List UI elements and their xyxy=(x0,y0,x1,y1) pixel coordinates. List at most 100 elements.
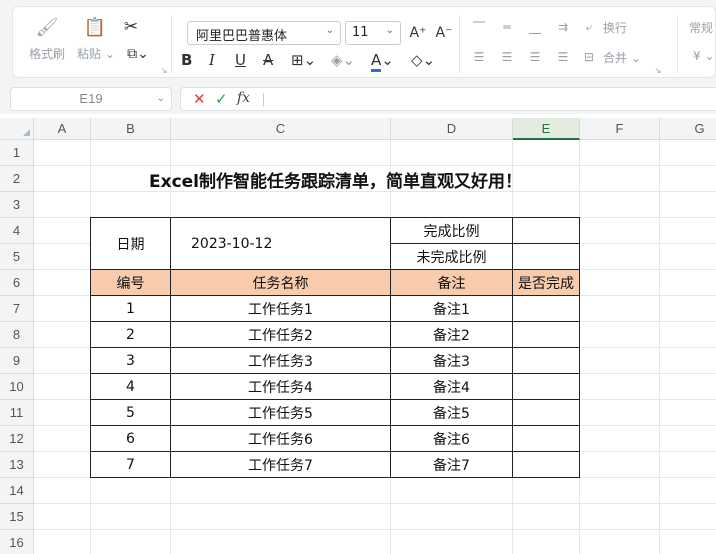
row-header-15[interactable]: 15 xyxy=(0,504,34,530)
text-direction-icon[interactable]: ⇉ xyxy=(553,17,573,37)
task-number-cell[interactable]: 7 xyxy=(90,451,171,478)
task-name-cell[interactable]: 工作任务5 xyxy=(170,399,391,426)
task-note-cell[interactable]: 备注4 xyxy=(390,373,513,400)
date-value-cell[interactable]: 2023-10-12 xyxy=(170,217,391,270)
align-middle-icon[interactable]: ═ xyxy=(497,17,517,37)
row-header-6[interactable]: 6 xyxy=(0,270,34,296)
task-note-cell[interactable]: 备注7 xyxy=(390,451,513,478)
number-format-select[interactable]: 常规 xyxy=(689,19,713,36)
column-header-f[interactable]: F xyxy=(580,118,660,140)
column-header-e[interactable]: E xyxy=(513,118,580,140)
clear-format-icon[interactable]: ◇⌄ xyxy=(411,51,435,69)
incomplete-ratio-value-cell[interactable] xyxy=(512,243,580,270)
row-header-7[interactable]: 7 xyxy=(0,296,34,322)
task-name-cell[interactable]: 工作任务7 xyxy=(170,451,391,478)
task-done-cell[interactable] xyxy=(512,425,580,452)
task-name-cell[interactable]: 工作任务2 xyxy=(170,321,391,348)
wrap-text-icon[interactable]: ⤶ xyxy=(579,17,599,37)
row-header-10[interactable]: 10 xyxy=(0,374,34,400)
task-done-cell[interactable] xyxy=(512,373,580,400)
row-header-11[interactable]: 11 xyxy=(0,400,34,426)
font-size-select[interactable]: 11 ⌄ xyxy=(345,21,401,45)
task-number-cell[interactable]: 2 xyxy=(90,321,171,348)
task-done-cell[interactable] xyxy=(512,295,580,322)
select-all-corner[interactable] xyxy=(0,118,34,140)
paste-label[interactable]: 粘贴 ⌄ xyxy=(77,45,115,62)
strikethrough-icon[interactable]: A xyxy=(263,51,273,69)
fill-color-icon[interactable]: ◈⌄ xyxy=(331,51,355,69)
merge-icon[interactable]: ⊟ xyxy=(579,47,599,67)
cut-icon[interactable]: ✂ xyxy=(119,15,143,39)
task-number-cell[interactable]: 3 xyxy=(90,347,171,374)
row-header-12[interactable]: 12 xyxy=(0,426,34,452)
wrap-text-label[interactable]: 换行 xyxy=(603,19,627,36)
complete-ratio-label-cell[interactable]: 完成比例 xyxy=(390,217,513,244)
increase-font-icon[interactable]: A⁺ xyxy=(407,21,429,45)
border-icon[interactable]: ⊞⌄ xyxy=(291,51,316,69)
align-right-icon[interactable]: ☰ xyxy=(525,47,545,67)
task-name-cell[interactable]: 工作任务3 xyxy=(170,347,391,374)
task-note-cell[interactable]: 备注2 xyxy=(390,321,513,348)
font-name-select[interactable]: 阿里巴巴普惠体 ⌄ xyxy=(187,21,341,45)
alignment-dialog-launcher-icon[interactable]: ↘ xyxy=(653,65,663,75)
complete-ratio-value-cell[interactable] xyxy=(512,217,580,244)
insert-function-icon[interactable]: fx xyxy=(237,90,250,106)
column-header-g[interactable]: G xyxy=(660,118,716,140)
task-number-cell[interactable]: 5 xyxy=(90,399,171,426)
paste-icon[interactable]: 📋 xyxy=(81,15,109,39)
task-done-cell[interactable] xyxy=(512,399,580,426)
row-header-4[interactable]: 4 xyxy=(0,218,34,244)
align-left-icon[interactable]: ☰ xyxy=(469,47,489,67)
date-label-cell[interactable]: 日期 xyxy=(90,217,171,270)
underline-icon[interactable]: U xyxy=(235,51,246,69)
align-top-icon[interactable]: ⎺ xyxy=(469,17,489,37)
merge-label[interactable]: 合并 ⌄ xyxy=(603,49,641,66)
formula-input[interactable]: ✕ ✓ fx xyxy=(180,87,716,111)
row-header-16[interactable]: 16 xyxy=(0,530,34,554)
row-header-9[interactable]: 9 xyxy=(0,348,34,374)
task-note-cell[interactable]: 备注1 xyxy=(390,295,513,322)
align-bottom-icon[interactable]: ⎽ xyxy=(525,17,545,37)
task-number-cell[interactable]: 4 xyxy=(90,373,171,400)
task-note-cell[interactable]: 备注6 xyxy=(390,425,513,452)
task-note-cell[interactable]: 备注5 xyxy=(390,399,513,426)
task-name-cell[interactable]: 工作任务6 xyxy=(170,425,391,452)
header-note-cell[interactable]: 备注 xyxy=(390,269,513,296)
task-done-cell[interactable] xyxy=(512,347,580,374)
font-dialog-launcher-icon[interactable]: ↘ xyxy=(159,65,169,75)
header-done-cell[interactable]: 是否完成 xyxy=(512,269,580,296)
task-done-cell[interactable] xyxy=(512,321,580,348)
name-box[interactable]: E19 ⌄ xyxy=(10,87,172,111)
task-name-cell[interactable]: 工作任务4 xyxy=(170,373,391,400)
task-name-cell[interactable]: 工作任务1 xyxy=(170,295,391,322)
header-number-cell[interactable]: 编号 xyxy=(90,269,171,296)
column-header-c[interactable]: C xyxy=(171,118,391,140)
row-header-14[interactable]: 14 xyxy=(0,478,34,504)
row-header-5[interactable]: 5 xyxy=(0,244,34,270)
italic-icon[interactable]: I xyxy=(209,51,215,69)
copy-icon[interactable]: ⧉⌄ xyxy=(121,43,155,65)
font-color-icon[interactable]: A⌄ xyxy=(371,51,394,72)
row-header-8[interactable]: 8 xyxy=(0,322,34,348)
format-painter-icon[interactable]: 🖌 xyxy=(33,15,61,39)
row-header-3[interactable]: 3 xyxy=(0,192,34,218)
justify-icon[interactable]: ☰ xyxy=(553,47,573,67)
decrease-font-icon[interactable]: A⁻ xyxy=(433,21,455,45)
align-center-icon[interactable]: ☰ xyxy=(497,47,517,67)
confirm-icon[interactable]: ✓ xyxy=(215,90,228,108)
task-done-cell[interactable] xyxy=(512,451,580,478)
format-painter-label[interactable]: 格式刷 xyxy=(29,45,65,62)
task-note-cell[interactable]: 备注3 xyxy=(390,347,513,374)
currency-icon[interactable]: ¥ ⌄ xyxy=(693,49,715,63)
task-number-cell[interactable]: 1 xyxy=(90,295,171,322)
incomplete-ratio-label-cell[interactable]: 未完成比例 xyxy=(390,243,513,270)
column-header-d[interactable]: D xyxy=(391,118,513,140)
spreadsheet-grid[interactable]: A B C D E F G 1 2 3 4 5 6 7 8 9 10 11 12 13 14 15 16 Excel制作智能任… xyxy=(0,118,716,554)
row-header-2[interactable]: 2 xyxy=(0,166,34,192)
row-header-13[interactable]: 13 xyxy=(0,452,34,478)
cancel-icon[interactable]: ✕ xyxy=(193,90,206,108)
header-task-name-cell[interactable]: 任务名称 xyxy=(170,269,391,296)
column-header-a[interactable]: A xyxy=(34,118,91,140)
task-number-cell[interactable]: 6 xyxy=(90,425,171,452)
bold-icon[interactable]: B xyxy=(181,51,192,69)
